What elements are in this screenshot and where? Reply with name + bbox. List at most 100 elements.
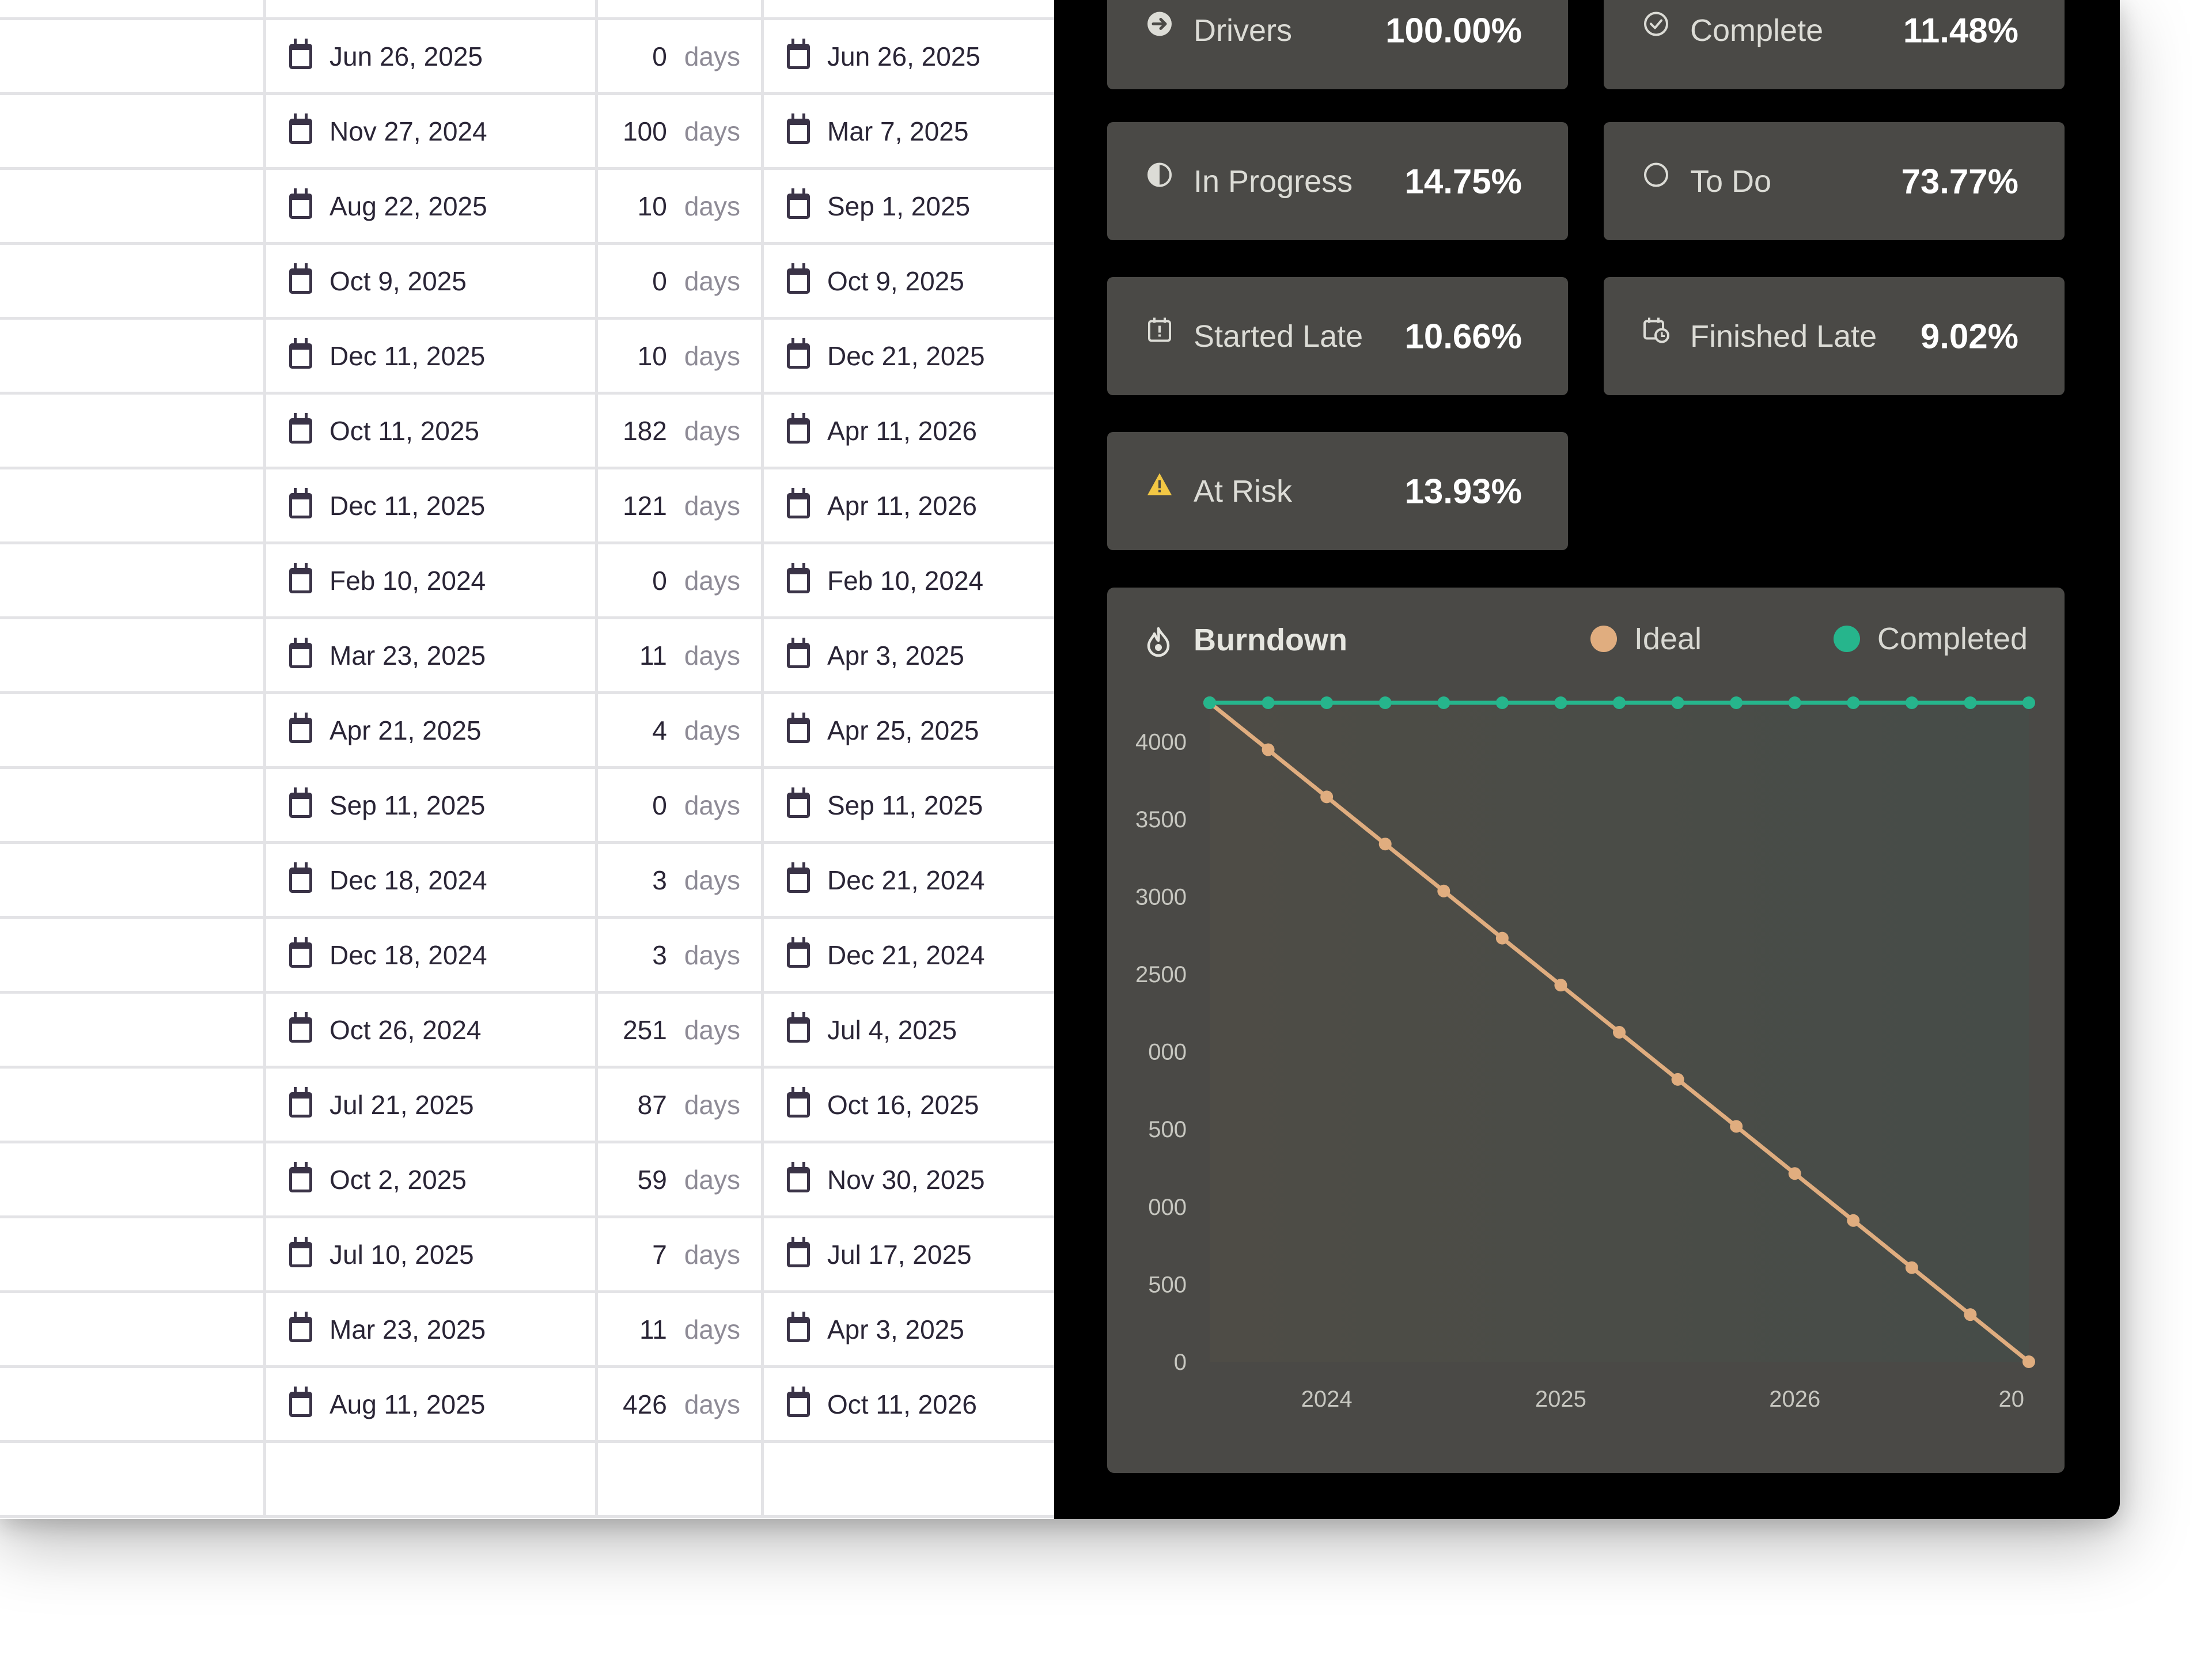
start-date-cell[interactable]: Jun 26, 2025 — [266, 20, 598, 92]
start-date-cell[interactable]: Dec 18, 2024 — [266, 844, 598, 916]
start-date-cell[interactable]: Mar 23, 2025 — [266, 1293, 598, 1365]
task-name-cell[interactable] — [0, 844, 266, 916]
stat-card-at-risk[interactable]: At Risk 13.93% — [1107, 432, 1568, 550]
table-row[interactable]: Dec 11, 2025 121 days Apr 11, 2026 — [0, 469, 1054, 544]
duration-cell[interactable]: 0 days — [598, 245, 764, 317]
duration-cell[interactable]: 3 days — [598, 844, 764, 916]
table-row[interactable]: Mar 23, 2025 11 days Apr 3, 2025 — [0, 1293, 1054, 1368]
duration-cell[interactable]: 3 days — [598, 919, 764, 991]
end-date-cell[interactable]: Mar 7, 2025 — [764, 95, 1054, 167]
table-row[interactable]: Nov 27, 2024 100 days Mar 7, 2025 — [0, 95, 1054, 170]
end-date-cell[interactable]: Apr 3, 2025 — [764, 1293, 1054, 1365]
end-date-cell[interactable]: Dec 21, 2025 — [764, 320, 1054, 392]
start-date-cell[interactable]: Aug 22, 2025 — [266, 170, 598, 242]
start-date-cell[interactable]: Sep 11, 2025 — [266, 769, 598, 841]
task-name-cell[interactable] — [0, 1143, 266, 1215]
stat-card-started-late[interactable]: Started Late 10.66% — [1107, 277, 1568, 395]
task-name-cell[interactable] — [0, 1443, 266, 1515]
start-date-cell[interactable]: Feb 10, 2024 — [266, 544, 598, 616]
end-date-cell[interactable]: Nov 20, 2026 — [764, 0, 1054, 17]
task-name-cell[interactable] — [0, 1368, 266, 1440]
task-name-cell[interactable] — [0, 994, 266, 1066]
table-row[interactable]: Aug 22, 2025 10 days Sep 1, 2025 — [0, 170, 1054, 245]
task-name-cell[interactable] — [0, 694, 266, 766]
end-date-cell[interactable]: Jul 17, 2025 — [764, 1218, 1054, 1290]
task-name-cell[interactable] — [0, 20, 266, 92]
end-date-cell[interactable]: Apr 11, 2026 — [764, 469, 1054, 541]
duration-cell[interactable]: 251 days — [598, 994, 764, 1066]
start-date-cell[interactable]: Jul 21, 2025 — [266, 1069, 598, 1141]
table-row[interactable]: Dec 18, 2024 3 days Dec 21, 2024 — [0, 919, 1054, 994]
table-row[interactable]: Oct 9, 2025 0 days Oct 9, 2025 — [0, 245, 1054, 320]
end-date-cell[interactable]: Oct 11, 2026 — [764, 1368, 1054, 1440]
table-row[interactable]: Jun 26, 2025 0 days Jun 26, 2025 — [0, 20, 1054, 95]
duration-cell[interactable]: 121 days — [598, 469, 764, 541]
duration-cell[interactable]: 0 days — [598, 20, 764, 92]
stat-card-to-do[interactable]: To Do 73.77% — [1604, 122, 2065, 240]
end-date-cell[interactable]: Sep 11, 2025 — [764, 769, 1054, 841]
table-row[interactable]: Oct 2, 2025 59 days Nov 30, 2025 — [0, 1143, 1054, 1218]
start-date-cell[interactable]: Oct 11, 2025 — [266, 395, 598, 467]
duration-cell[interactable]: 0 days — [598, 544, 764, 616]
table-row[interactable]: Dec 18, 2024 3 days Dec 21, 2024 — [0, 844, 1054, 919]
duration-cell[interactable]: 591days — [598, 0, 764, 17]
task-name-cell[interactable] — [0, 469, 266, 541]
table-row-partial[interactable] — [0, 1443, 1054, 1518]
table-row[interactable]: Oct 11, 2025 182 days Apr 11, 2026 — [0, 395, 1054, 469]
duration-cell[interactable]: 11 days — [598, 1293, 764, 1365]
end-date-cell[interactable]: Nov 30, 2025 — [764, 1143, 1054, 1215]
end-date-cell[interactable]: Oct 9, 2025 — [764, 245, 1054, 317]
table-row[interactable]: Feb 10, 2024 0 days Feb 10, 2024 — [0, 544, 1054, 619]
task-name-cell[interactable] — [0, 95, 266, 167]
duration-cell[interactable] — [598, 1443, 764, 1515]
table-row[interactable]: Jul 10, 2025 7 days Jul 17, 2025 — [0, 1218, 1054, 1293]
table-row[interactable]: Dec 11, 2025 10 days Dec 21, 2025 — [0, 320, 1054, 395]
table-row[interactable]: Aug 11, 2025 426 days Oct 11, 2026 — [0, 1368, 1054, 1443]
duration-cell[interactable]: 426 days — [598, 1368, 764, 1440]
table-row[interactable]: Jul 21, 2025 87 days Oct 16, 2025 — [0, 1069, 1054, 1143]
table-row[interactable]: Mar 23, 2025 11 days Apr 3, 2025 — [0, 619, 1054, 694]
start-date-cell[interactable] — [266, 1443, 598, 1515]
end-date-cell[interactable]: Jul 4, 2025 — [764, 994, 1054, 1066]
start-date-cell[interactable]: Aug 11, 2025 — [266, 1368, 598, 1440]
end-date-cell[interactable]: Apr 3, 2025 — [764, 619, 1054, 691]
table-row[interactable]: Oct 26, 2024 251 days Jul 4, 2025 — [0, 994, 1054, 1069]
duration-cell[interactable]: 4 days — [598, 694, 764, 766]
task-name-cell[interactable] — [0, 395, 266, 467]
task-name-cell[interactable] — [0, 919, 266, 991]
end-date-cell[interactable]: Apr 25, 2025 — [764, 694, 1054, 766]
task-name-cell[interactable] — [0, 769, 266, 841]
start-date-cell[interactable]: Dec 11, 2025 — [266, 320, 598, 392]
task-name-cell[interactable] — [0, 619, 266, 691]
start-date-cell[interactable]: Dec 11, 2025 — [266, 469, 598, 541]
task-name-cell[interactable] — [0, 1069, 266, 1141]
end-date-cell[interactable] — [764, 1443, 1054, 1515]
end-date-cell[interactable]: Apr 11, 2026 — [764, 395, 1054, 467]
end-date-cell[interactable]: Oct 16, 2025 — [764, 1069, 1054, 1141]
duration-cell[interactable]: 182 days — [598, 395, 764, 467]
duration-cell[interactable]: 87 days — [598, 1069, 764, 1141]
start-date-cell[interactable]: Mar 23, 2025 — [266, 619, 598, 691]
duration-cell[interactable]: 10 days — [598, 170, 764, 242]
task-name-cell[interactable] — [0, 1293, 266, 1365]
table-row[interactable]: Sep 11, 2025 0 days Sep 11, 2025 — [0, 769, 1054, 844]
start-date-cell[interactable]: Apr 21, 2025 — [266, 694, 598, 766]
duration-cell[interactable]: 59 days — [598, 1143, 764, 1215]
task-name-cell[interactable] — [0, 0, 266, 17]
table-row[interactable]: Apr 8, 2025591daysNov 20, 2026 — [0, 0, 1054, 20]
start-date-cell[interactable]: Oct 2, 2025 — [266, 1143, 598, 1215]
table-row[interactable]: Apr 21, 2025 4 days Apr 25, 2025 — [0, 694, 1054, 769]
start-date-cell[interactable]: Apr 8, 2025 — [266, 0, 598, 17]
duration-cell[interactable]: 10 days — [598, 320, 764, 392]
end-date-cell[interactable]: Dec 21, 2024 — [764, 919, 1054, 991]
stat-card-complete[interactable]: Complete 11.48% — [1604, 0, 2065, 89]
stat-card-finished-late[interactable]: Finished Late 9.02% — [1604, 277, 2065, 395]
end-date-cell[interactable]: Sep 1, 2025 — [764, 170, 1054, 242]
task-name-cell[interactable] — [0, 1218, 266, 1290]
end-date-cell[interactable]: Feb 10, 2024 — [764, 544, 1054, 616]
end-date-cell[interactable]: Dec 21, 2024 — [764, 844, 1054, 916]
duration-cell[interactable]: 7 days — [598, 1218, 764, 1290]
duration-cell[interactable]: 0 days — [598, 769, 764, 841]
stat-card-drivers[interactable]: Drivers 100.00% — [1107, 0, 1568, 89]
start-date-cell[interactable]: Oct 9, 2025 — [266, 245, 598, 317]
